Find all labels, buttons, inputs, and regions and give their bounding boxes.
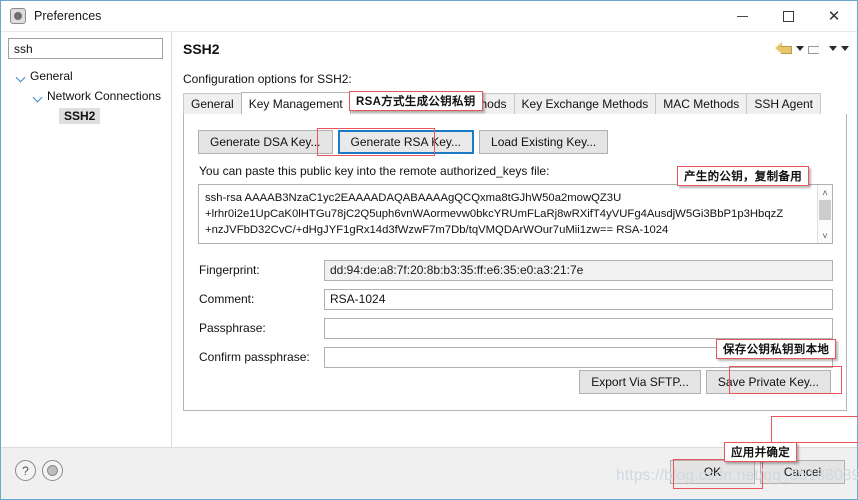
- window-title: Preferences: [34, 9, 102, 23]
- public-key-line: ssh-rsa AAAAB3NzaC1yc2EAAAADAQABAAAAgQCQ…: [205, 192, 622, 204]
- chevron-down-icon[interactable]: [32, 90, 44, 102]
- tab-key-exchange-methods[interactable]: Key Exchange Methods: [513, 93, 657, 114]
- preferences-tree: General Network Connections SSH2: [1, 66, 171, 126]
- export-via-sftp-button[interactable]: Export Via SFTP...: [579, 370, 701, 394]
- page-title: SSH2: [183, 41, 220, 57]
- tab-mac-methods[interactable]: MAC Methods: [655, 93, 748, 114]
- confirm-passphrase-label: Confirm passphrase:: [199, 350, 310, 364]
- minimize-button[interactable]: [719, 1, 765, 32]
- comment-label: Comment:: [199, 292, 255, 306]
- scroll-down-icon[interactable]: ˅: [818, 228, 833, 243]
- comment-row: Comment:: [199, 288, 833, 310]
- help-glyph: ?: [22, 463, 29, 478]
- window-controls: ✕: [719, 1, 857, 32]
- tab-label: Key Exchange Methods: [521, 97, 649, 111]
- help-icon[interactable]: ?: [15, 460, 36, 481]
- chevron-down-icon[interactable]: [15, 70, 27, 82]
- fingerprint-field[interactable]: [324, 259, 833, 281]
- title-bar: Preferences ✕: [1, 1, 857, 32]
- close-icon: ✕: [827, 8, 841, 25]
- tab-label: SSH Agent: [754, 97, 814, 111]
- watermark: https://blog.csdn.net/qq_35188039: [616, 467, 858, 484]
- public-key-vertical-scrollbar[interactable]: ˄ ˅: [817, 185, 832, 243]
- key-export-buttons: Export Via SFTP... Save Private Key...: [579, 370, 831, 394]
- tree-item-label: Network Connections: [47, 89, 162, 103]
- button-label: Save Private Key...: [717, 375, 819, 389]
- back-history-chevron-down-icon[interactable]: [796, 46, 804, 51]
- tab-label: Key Management: [248, 96, 343, 111]
- scroll-up-icon[interactable]: ˄: [818, 185, 833, 200]
- arrow-back-icon[interactable]: [775, 42, 792, 55]
- tree-item-label: SSH2: [59, 108, 101, 124]
- public-key-text[interactable]: ssh-rsa AAAAB3NzaC1yc2EAAAADAQABAAAAgQCQ…: [199, 185, 817, 243]
- tab-strip: General Key Management Key Authenticatio…: [183, 92, 847, 115]
- button-label: Export Via SFTP...: [591, 375, 689, 389]
- filter-box[interactable]: [8, 38, 179, 59]
- annotation-rsa-generate: RSA方式生成公钥私钥: [349, 91, 483, 111]
- tab-label: MAC Methods: [663, 97, 740, 111]
- tree-item-ssh2[interactable]: SSH2: [1, 106, 171, 126]
- sidebar: General Network Connections SSH2 ‹ ›: [1, 32, 179, 469]
- fingerprint-row: Fingerprint:: [199, 259, 833, 281]
- comment-field[interactable]: [324, 288, 833, 310]
- passphrase-label: Passphrase:: [199, 321, 266, 335]
- button-label: Generate RSA Key...: [350, 135, 462, 149]
- preferences-gear-icon[interactable]: [42, 460, 63, 481]
- key-generation-buttons: Generate DSA Key... Generate RSA Key... …: [198, 130, 609, 154]
- button-label: Generate DSA Key...: [210, 135, 321, 149]
- tab-general[interactable]: General: [183, 93, 242, 114]
- paste-public-key-hint: You can paste this public key into the r…: [199, 164, 550, 178]
- preferences-dialog: Preferences ✕ General Network Connection…: [0, 0, 858, 500]
- tab-label: General: [191, 97, 234, 111]
- tree-item-network-connections[interactable]: Network Connections: [1, 86, 171, 106]
- maximize-button[interactable]: [765, 1, 811, 32]
- content-pane: SSH2 Configuration options for SSH2: Gen…: [171, 32, 857, 472]
- scrollbar-thumb[interactable]: [819, 200, 831, 220]
- close-button[interactable]: ✕: [811, 1, 857, 32]
- load-existing-key-button[interactable]: Load Existing Key...: [479, 130, 609, 154]
- fingerprint-label: Fingerprint:: [199, 263, 260, 277]
- view-menu-chevron-down-icon[interactable]: [841, 46, 849, 51]
- forward-history-chevron-down-icon[interactable]: [829, 46, 837, 51]
- minimize-icon: [736, 15, 748, 17]
- tree-item-general[interactable]: General: [1, 66, 171, 86]
- configuration-label: Configuration options for SSH2:: [183, 72, 352, 86]
- arrow-forward-icon[interactable]: [808, 42, 825, 55]
- maximize-icon: [782, 10, 794, 22]
- tree-item-label: General: [30, 69, 73, 83]
- button-label: Load Existing Key...: [491, 135, 597, 149]
- public-key-line: +nzJVFbD32CvC/+dHgJYF1gRx14d3fWzwF7m7Db/…: [205, 224, 669, 236]
- filter-input[interactable]: [9, 40, 169, 57]
- annotation-public-key-copy: 产生的公钥，复制备用: [677, 166, 809, 186]
- generate-dsa-key-button[interactable]: Generate DSA Key...: [198, 130, 333, 154]
- tab-ssh-agent[interactable]: SSH Agent: [746, 93, 822, 114]
- passphrase-field[interactable]: [324, 317, 833, 339]
- annotation-apply-and-confirm: 应用并确定: [724, 442, 797, 462]
- key-management-panel: Generate DSA Key... Generate RSA Key... …: [183, 114, 847, 411]
- navigation-controls: [775, 42, 849, 55]
- public-key-textarea[interactable]: ssh-rsa AAAAB3NzaC1yc2EAAAADAQABAAAAgQCQ…: [198, 184, 833, 244]
- save-private-key-button[interactable]: Save Private Key...: [705, 370, 831, 394]
- public-key-line: +lrhr0i2e1UpCaK0lHTGu78jC2Q5uph6vnWAorme…: [205, 208, 784, 220]
- annotation-save-keys-local: 保存公钥私钥到本地: [716, 339, 837, 359]
- generate-rsa-key-button[interactable]: Generate RSA Key...: [337, 130, 475, 154]
- tab-key-management[interactable]: Key Management: [240, 92, 351, 114]
- passphrase-row: Passphrase:: [199, 317, 833, 339]
- preferences-icon: [10, 8, 26, 24]
